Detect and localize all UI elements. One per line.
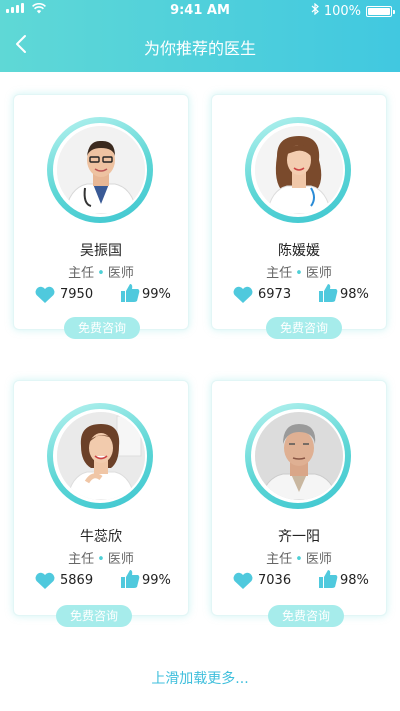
avatar-ring [245, 403, 351, 509]
likes-count: 6973 [258, 287, 292, 302]
doctor-card[interactable]: 齐一阳 主任 • 医师 7036 98% [211, 380, 387, 616]
doctor-role: 主任 [266, 552, 293, 567]
bluetooth-icon [311, 2, 319, 19]
avatar-ring [245, 117, 351, 223]
likes-count: 7036 [258, 573, 292, 588]
doctor-stats: 7950 99% [14, 283, 188, 307]
load-more-hint[interactable]: 上滑加载更多... [0, 668, 400, 688]
heart-icon [232, 572, 254, 590]
doctor-dept: 医师 [305, 552, 332, 567]
doctor-card[interactable]: 吴振国 主任 • 医师 7950 99% [13, 94, 189, 330]
rating-percent: 99% [142, 573, 171, 588]
doctor-dept: 医师 [107, 552, 134, 567]
battery-icon [366, 5, 395, 17]
free-consult-button[interactable]: 免费咨询 [268, 605, 344, 627]
doctor-name: 牛蕊欣 [80, 529, 122, 545]
doctor-stats: 6973 98% [212, 283, 386, 307]
thumbs-up-icon [120, 283, 140, 303]
battery-percent: 100% [323, 3, 361, 19]
free-consult-button[interactable]: 免费咨询 [64, 317, 140, 339]
avatar [57, 126, 145, 214]
doctor-stats: 5869 99% [14, 569, 188, 593]
heart-icon [34, 286, 56, 304]
thumbs-up-icon [318, 283, 338, 303]
likes-count: 5869 [60, 573, 94, 588]
doctor-name: 吴振国 [80, 243, 122, 259]
page-title: 为你推荐的医生 [143, 39, 256, 58]
thumbs-up-icon [120, 569, 140, 589]
doctor-card[interactable]: 牛蕊欣 主任 • 医师 5869 99% [13, 380, 189, 616]
avatar [255, 412, 343, 500]
doctor-role: 主任 [68, 552, 95, 567]
rating-percent: 98% [340, 287, 369, 302]
doctor-title: 主任 • 医师 [212, 262, 386, 281]
doctor-name: 齐一阳 [278, 529, 320, 545]
doctor-role: 主任 [68, 266, 95, 281]
title-separator: • [295, 266, 303, 281]
doctor-title: 主任 • 医师 [14, 548, 188, 567]
status-right: 100% [311, 2, 395, 19]
title-separator: • [97, 266, 105, 281]
doctor-card[interactable]: 陈媛媛 主任 • 医师 6973 98% [211, 94, 387, 330]
doctor-dept: 医师 [305, 266, 332, 281]
avatar [255, 126, 343, 214]
header-bar: 9:41 AM 100% 为你推荐的医生 [0, 0, 400, 72]
heart-icon [232, 286, 254, 304]
title-separator: • [295, 552, 303, 567]
doctor-title: 主任 • 医师 [14, 262, 188, 281]
thumbs-up-icon [318, 569, 338, 589]
avatar-ring [47, 117, 153, 223]
free-consult-button[interactable]: 免费咨询 [56, 605, 132, 627]
likes-count: 7950 [60, 287, 94, 302]
free-consult-button[interactable]: 免费咨询 [266, 317, 342, 339]
rating-percent: 98% [340, 573, 369, 588]
doctor-role: 主任 [266, 266, 293, 281]
avatar-ring [47, 403, 153, 509]
title-separator: • [97, 552, 105, 567]
avatar [57, 412, 145, 500]
doctor-title: 主任 • 医师 [212, 548, 386, 567]
nav-bar: 为你推荐的医生 [0, 28, 400, 64]
doctor-stats: 7036 98% [212, 569, 386, 593]
heart-icon [34, 572, 56, 590]
doctor-dept: 医师 [107, 266, 134, 281]
rating-percent: 99% [142, 287, 171, 302]
status-bar: 9:41 AM 100% [0, 0, 400, 22]
doctor-name: 陈媛媛 [278, 243, 320, 259]
